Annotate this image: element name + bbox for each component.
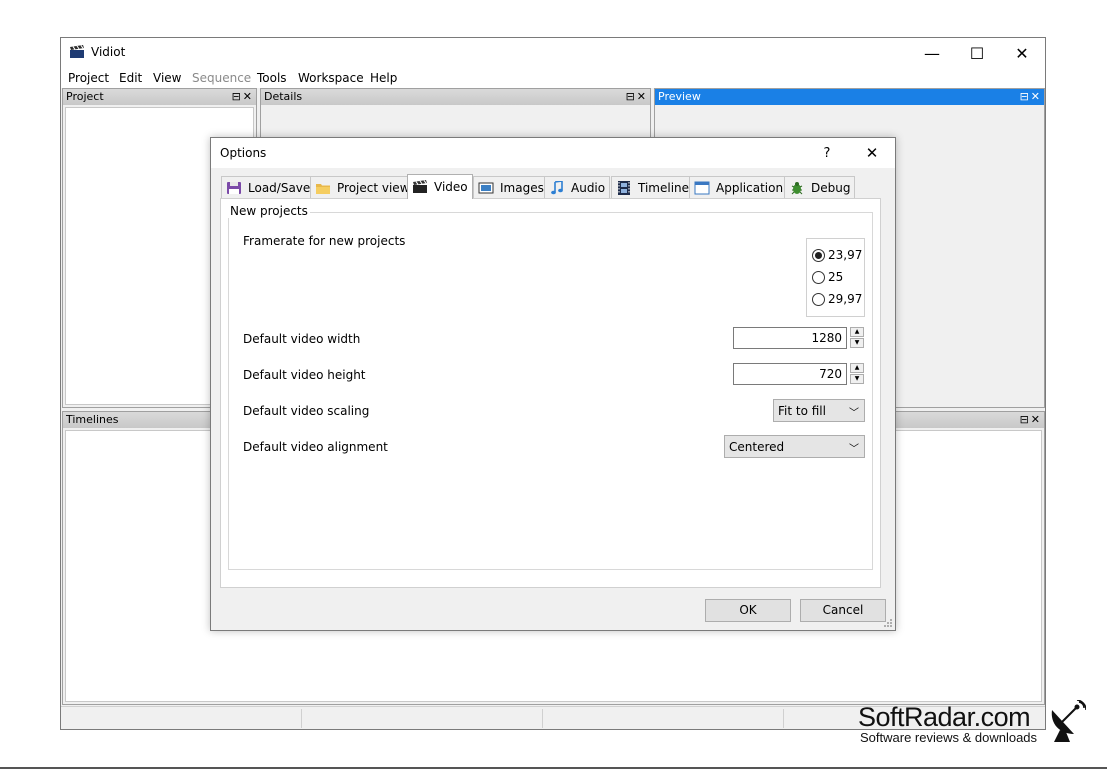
tab-label: Timeline bbox=[638, 180, 690, 195]
tab-application[interactable]: Application bbox=[689, 176, 789, 198]
tab-label: Project view bbox=[337, 180, 410, 195]
menu-project[interactable]: Project bbox=[68, 71, 109, 85]
project-pane-title: Project bbox=[66, 90, 104, 103]
window-icon bbox=[694, 181, 710, 194]
image-icon bbox=[478, 182, 494, 193]
video-width-spinner: ▲ ▼ bbox=[850, 327, 864, 349]
window-title: Vidiot bbox=[91, 45, 126, 59]
radar-dish-icon bbox=[1051, 700, 1086, 742]
clapperboard-icon bbox=[413, 180, 427, 193]
pane-float-close-icon[interactable]: ⊟✕ bbox=[1020, 89, 1042, 105]
menu-edit[interactable]: Edit bbox=[119, 71, 142, 85]
ok-button[interactable]: OK bbox=[705, 599, 791, 622]
watermark-tagline: Software reviews & downloads bbox=[860, 730, 1038, 745]
tab-images[interactable]: Images bbox=[473, 176, 549, 198]
radio-icon bbox=[812, 292, 825, 306]
menu-sequence[interactable]: Sequence bbox=[192, 71, 251, 85]
floppy-icon bbox=[227, 181, 241, 194]
video-scaling-select[interactable]: Fit to fill ﹀ bbox=[773, 399, 865, 422]
dialog-close-button[interactable]: ✕ bbox=[849, 138, 895, 168]
maximize-button[interactable]: ☐ bbox=[954, 38, 1000, 68]
preview-pane-header: Preview ⊟✕ bbox=[655, 89, 1044, 105]
tab-project-view[interactable]: Project view bbox=[310, 176, 415, 198]
group-label: New projects bbox=[228, 204, 310, 218]
folder-icon bbox=[316, 183, 330, 194]
dialog-title: Options bbox=[220, 146, 267, 160]
chevron-down-icon: ﹀ bbox=[849, 408, 859, 419]
video-alignment-select[interactable]: Centered ﹀ bbox=[724, 435, 865, 458]
tab-label: Application bbox=[716, 180, 784, 195]
spin-up-icon[interactable]: ▲ bbox=[850, 327, 864, 337]
scaling-label: Default video scaling bbox=[243, 404, 370, 418]
tab-label: Video bbox=[434, 180, 468, 194]
menu-view[interactable]: View bbox=[153, 71, 181, 85]
radio-icon bbox=[812, 270, 825, 284]
framerate-radio-group: 23,97 25 29,97 bbox=[806, 238, 865, 317]
bug-icon bbox=[791, 181, 803, 194]
menu-help[interactable]: Help bbox=[370, 71, 397, 85]
tab-timeline[interactable]: Timeline bbox=[611, 176, 695, 198]
tab-audio[interactable]: Audio bbox=[544, 176, 611, 198]
pane-float-close-icon[interactable]: ⊟✕ bbox=[232, 89, 254, 105]
project-pane-header: Project ⊟✕ bbox=[63, 89, 256, 105]
framerate-option-25[interactable]: 25 bbox=[812, 270, 843, 284]
tab-debug[interactable]: Debug bbox=[784, 176, 856, 198]
video-height-spinner: ▲ ▼ bbox=[850, 363, 864, 385]
new-projects-group bbox=[228, 212, 873, 570]
video-tab-panel: New projects Framerate for new projects … bbox=[220, 198, 881, 588]
tab-label: Load/Save bbox=[248, 180, 311, 195]
menu-bar: Project Edit View Sequence Tools Workspa… bbox=[61, 68, 1045, 88]
alignment-label: Default video alignment bbox=[243, 440, 388, 454]
tab-label: Audio bbox=[571, 180, 606, 195]
title-bar: Vidiot — ☐ ✕ bbox=[61, 38, 1045, 68]
spin-up-icon[interactable]: ▲ bbox=[850, 363, 864, 373]
tab-label: Debug bbox=[811, 180, 851, 195]
details-pane-title: Details bbox=[264, 90, 303, 103]
select-value: Fit to fill bbox=[778, 404, 826, 418]
options-dialog: Options ? ✕ Load/Save Project view Video bbox=[210, 137, 896, 631]
radio-selected-icon bbox=[812, 248, 825, 262]
clapperboard-icon bbox=[70, 45, 84, 58]
minimize-button[interactable]: — bbox=[909, 38, 955, 68]
framerate-option-29-97[interactable]: 29,97 bbox=[812, 292, 862, 306]
framerate-label: Framerate for new projects bbox=[243, 234, 406, 248]
dialog-title-bar: Options ? ✕ bbox=[211, 138, 895, 168]
music-note-icon bbox=[551, 180, 563, 194]
video-height-input[interactable]: 720 bbox=[733, 363, 847, 385]
cancel-button[interactable]: Cancel bbox=[800, 599, 886, 622]
tab-label: Images bbox=[500, 180, 544, 195]
watermark-brand: SoftRadar.com bbox=[858, 702, 1031, 732]
close-button[interactable]: ✕ bbox=[999, 38, 1045, 68]
menu-workspace[interactable]: Workspace bbox=[298, 71, 364, 85]
video-width-input[interactable]: 1280 bbox=[733, 327, 847, 349]
pane-float-close-icon[interactable]: ⊟✕ bbox=[1020, 412, 1042, 428]
menu-tools[interactable]: Tools bbox=[257, 71, 287, 85]
details-pane-header: Details ⊟✕ bbox=[261, 89, 650, 105]
tab-load-save[interactable]: Load/Save bbox=[221, 176, 316, 198]
height-label: Default video height bbox=[243, 368, 366, 382]
resize-grip-icon[interactable] bbox=[883, 618, 893, 628]
timelines-pane-title: Timelines bbox=[66, 413, 119, 426]
select-value: Centered bbox=[729, 440, 785, 454]
spin-down-icon[interactable]: ▼ bbox=[850, 338, 864, 348]
film-strip-icon bbox=[618, 180, 630, 195]
framerate-option-23-97[interactable]: 23,97 bbox=[812, 248, 862, 262]
chevron-down-icon: ﹀ bbox=[849, 444, 859, 455]
pane-float-close-icon[interactable]: ⊟✕ bbox=[626, 89, 648, 105]
spin-down-icon[interactable]: ▼ bbox=[850, 374, 864, 384]
preview-pane-title: Preview bbox=[658, 90, 701, 103]
tab-video[interactable]: Video bbox=[407, 174, 473, 199]
help-button[interactable]: ? bbox=[804, 138, 850, 168]
width-label: Default video width bbox=[243, 332, 361, 346]
